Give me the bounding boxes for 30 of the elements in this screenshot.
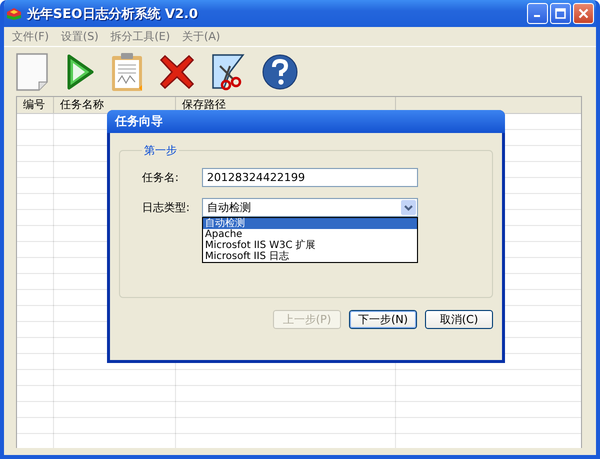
window-title: 光年SEO日志分析系统 V2.0 <box>27 6 198 22</box>
delete-x-icon[interactable] <box>159 54 195 90</box>
dropdown-option[interactable]: Apache <box>203 229 417 240</box>
field-label: 日志类型: <box>142 200 191 216</box>
dialog-button[interactable]: 取消(C) <box>425 310 493 329</box>
maximize-icon <box>555 8 566 19</box>
menu-item[interactable]: 设置(S) <box>56 29 102 44</box>
dropdown-option[interactable]: 自动检测 <box>203 218 417 229</box>
scissors-icon[interactable] <box>210 52 246 92</box>
play-icon[interactable] <box>65 53 95 91</box>
new-document-icon[interactable] <box>14 52 50 92</box>
app-logo-icon <box>6 6 22 20</box>
minimize-button[interactable] <box>527 3 548 24</box>
dropdown-option[interactable]: Microsfot IIS W3C 扩展 <box>203 240 417 251</box>
menu-item[interactable]: 文件(F) <box>8 29 53 44</box>
maximize-button[interactable] <box>550 3 571 24</box>
help-icon[interactable] <box>261 53 299 91</box>
close-button[interactable] <box>573 3 594 24</box>
menu-item[interactable]: 关于(A) <box>178 29 224 44</box>
dropdown-option[interactable]: Microsoft IIS 日志 <box>203 251 417 262</box>
dialog-title: 任务向导 <box>115 113 163 130</box>
field-label: 任务名: <box>142 170 180 186</box>
column-header[interactable]: 编号 <box>17 97 54 113</box>
menu-item[interactable]: 拆分工具(E) <box>106 29 174 44</box>
dialog-button[interactable]: 下一步(N) <box>349 310 417 329</box>
log-type-dropdown[interactable]: 自动检测 <box>202 198 418 217</box>
close-icon <box>578 8 589 19</box>
task-name-field[interactable]: 20128324422199 <box>202 168 418 187</box>
group-title: 第一步 <box>143 143 178 158</box>
clipboard-chart-icon[interactable] <box>110 52 144 92</box>
